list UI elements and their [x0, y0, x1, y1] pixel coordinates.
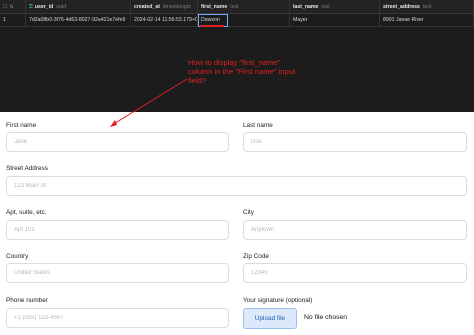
apt-label: Apt, suite, etc.: [6, 209, 47, 216]
file-status-text: No file chosen: [304, 314, 348, 321]
table-row[interactable]: 1 7d2a08b0-3f76-4d63-8027-92a421e7efe9 2…: [0, 14, 474, 27]
address-form: First name Last name Street Address Apt,…: [0, 112, 474, 335]
key-icon: ⚿: [29, 3, 33, 10]
country-input[interactable]: [6, 263, 229, 283]
annotation-underline: [200, 25, 224, 27]
street-address-label: Street Address: [6, 165, 48, 172]
column-name: first_name: [201, 3, 228, 10]
city-input[interactable]: [243, 220, 467, 240]
last-name-label: Last name: [243, 122, 273, 129]
annotation-text: How to display "first_name" column in th…: [188, 58, 296, 85]
column-header-last-name[interactable]: last_name text: [290, 0, 380, 13]
signature-label: Your signature (optional): [243, 297, 313, 304]
column-type: uuid: [56, 3, 67, 10]
apt-input[interactable]: [6, 220, 229, 240]
column-type: text: [321, 3, 330, 10]
column-type: timestamptz: [162, 3, 191, 10]
column-type: text: [230, 3, 239, 10]
phone-label: Phone number: [6, 297, 48, 304]
city-label: City: [243, 209, 255, 216]
first-name-label: First name: [6, 122, 37, 129]
country-label: Country: [6, 253, 29, 260]
row-number: 1: [0, 14, 26, 26]
upload-file-button[interactable]: Upload file: [243, 308, 297, 329]
column-name: user_id: [34, 3, 54, 10]
column-header-user-id[interactable]: ⚿ user_id uuid: [26, 0, 131, 13]
last-name-input[interactable]: [243, 132, 467, 152]
first-name-input[interactable]: [6, 132, 229, 152]
column-header-created-at[interactable]: created_at timestamptz: [131, 0, 198, 13]
cell-street-address[interactable]: 8901 Janae River: [380, 14, 474, 26]
grid-header: ☐ ⇅ ⚿ user_id uuid created_at timestampt…: [0, 0, 474, 14]
cell-last-name[interactable]: Mayer: [290, 14, 380, 26]
cell-user-id[interactable]: 7d2a08b0-3f76-4d63-8027-92a421e7efe9: [26, 14, 131, 26]
cell-created-at[interactable]: 2024-02-14 11:56:53.179+00: [131, 14, 198, 26]
street-address-input[interactable]: [6, 176, 467, 196]
column-name: last_name: [293, 3, 319, 10]
column-type: text: [422, 3, 432, 10]
zip-code-input[interactable]: [243, 263, 467, 283]
phone-input[interactable]: [6, 308, 229, 328]
data-grid: ☐ ⇅ ⚿ user_id uuid created_at timestampt…: [0, 0, 474, 112]
checkbox-icon[interactable]: ☐: [3, 4, 7, 10]
column-name: created_at: [134, 3, 160, 10]
column-header-street-address[interactable]: street_address text: [380, 0, 474, 13]
expand-icon: ⇅: [9, 3, 14, 10]
zip-code-label: Zip Code: [243, 253, 269, 260]
column-name: street_address: [383, 3, 420, 10]
column-header-first-name[interactable]: first_name text: [198, 0, 290, 13]
row-select-header[interactable]: ☐ ⇅: [0, 0, 26, 13]
